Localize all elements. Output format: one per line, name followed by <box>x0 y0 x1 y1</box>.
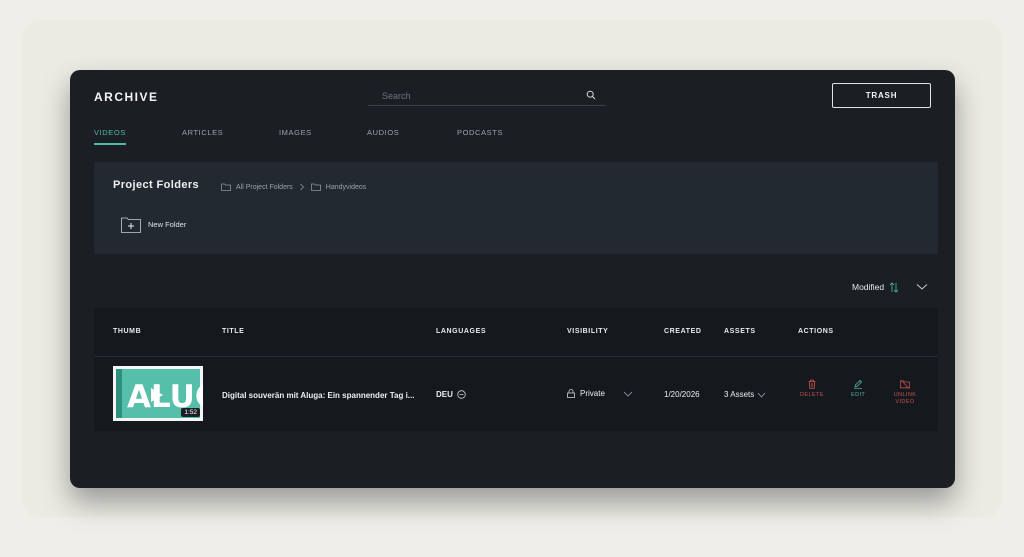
videos-table: THUMB TITLE LANGUAGES VISIBILITY CREATED… <box>94 308 938 432</box>
folder-icon <box>221 183 231 191</box>
project-folders-panel: Project Folders All Project Folders Hand… <box>94 162 938 254</box>
column-header-actions: ACTIONS <box>798 328 834 335</box>
chevron-down-icon[interactable] <box>916 283 928 291</box>
tab-audios[interactable]: AUDIOS <box>367 128 399 143</box>
search-icon[interactable] <box>586 90 596 100</box>
project-folders-title: Project Folders <box>113 179 200 191</box>
language-cell: DEU <box>436 390 466 399</box>
unlink-folder-icon <box>900 379 910 389</box>
column-header-assets: ASSETS <box>724 328 756 335</box>
more-languages-icon[interactable] <box>457 390 466 399</box>
sort-label: Modified <box>852 282 885 292</box>
visibility-value: Private <box>580 389 605 398</box>
sort-order-icon[interactable] <box>889 281 899 293</box>
video-title[interactable]: Digital souverän mit Aluga: Ein spannend… <box>222 391 414 400</box>
video-thumbnail[interactable]: ALUG 1:52 <box>113 366 203 421</box>
tab-videos[interactable]: VIDEOS <box>94 128 126 145</box>
new-folder-button[interactable]: New Folder <box>121 215 186 233</box>
trash-button[interactable]: TRASH <box>832 83 931 108</box>
column-header-visibility: VISIBILITY <box>567 328 609 335</box>
search-bar <box>368 86 606 106</box>
folder-icon <box>310 183 321 191</box>
visibility-select[interactable]: Private <box>567 389 633 398</box>
assets-count: 3 Assets <box>724 390 755 399</box>
table-header: THUMB TITLE LANGUAGES VISIBILITY CREATED… <box>94 308 938 356</box>
chevron-right-icon <box>300 183 304 191</box>
archive-window: ARCHIVE TRASH VIDEOS ARTICLES IMAGES AUD… <box>70 70 955 488</box>
unlink-video-button[interactable]: UNLINK VIDEO <box>892 379 918 406</box>
edit-button[interactable]: EDIT <box>851 379 865 398</box>
folder-plus-icon <box>121 217 141 233</box>
column-header-languages: LANGUAGES <box>436 328 487 335</box>
column-header-title: TITLE <box>222 328 245 335</box>
delete-button[interactable]: DELETE <box>800 379 824 398</box>
breadcrumb-current-folder[interactable]: Handyvideos <box>326 184 366 191</box>
created-date: 1/20/2026 <box>664 390 700 399</box>
column-header-thumb: THUMB <box>113 328 142 335</box>
edit-label: EDIT <box>851 392 866 398</box>
delete-label: DELETE <box>800 392 824 398</box>
tab-podcasts[interactable]: PODCASTS <box>457 128 503 143</box>
breadcrumb: All Project Folders Handyvideos <box>221 181 366 193</box>
column-header-created: CREATED <box>664 328 702 335</box>
breadcrumb-all-folders[interactable]: All Project Folders <box>236 184 293 191</box>
app-title: ARCHIVE <box>94 90 159 104</box>
video-duration: 1:52 <box>181 408 200 417</box>
tab-articles[interactable]: ARTICLES <box>182 128 223 143</box>
sort-control[interactable]: Modified <box>852 280 928 294</box>
search-input[interactable] <box>368 87 578 105</box>
tab-images[interactable]: IMAGES <box>279 128 312 143</box>
chevron-down-icon <box>623 391 633 397</box>
chevron-down-icon <box>757 392 766 398</box>
table-row[interactable]: ALUG 1:52 Digital souverän mit Aluga: Ei… <box>94 356 938 431</box>
pencil-icon <box>854 379 863 389</box>
trash-icon <box>808 379 816 389</box>
unlink-label: UNLINK VIDEO <box>893 392 917 405</box>
assets-dropdown[interactable]: 3 Assets <box>724 390 766 399</box>
language-code: DEU <box>436 390 453 399</box>
lock-icon <box>567 389 575 398</box>
new-folder-label: New Folder <box>148 219 187 229</box>
